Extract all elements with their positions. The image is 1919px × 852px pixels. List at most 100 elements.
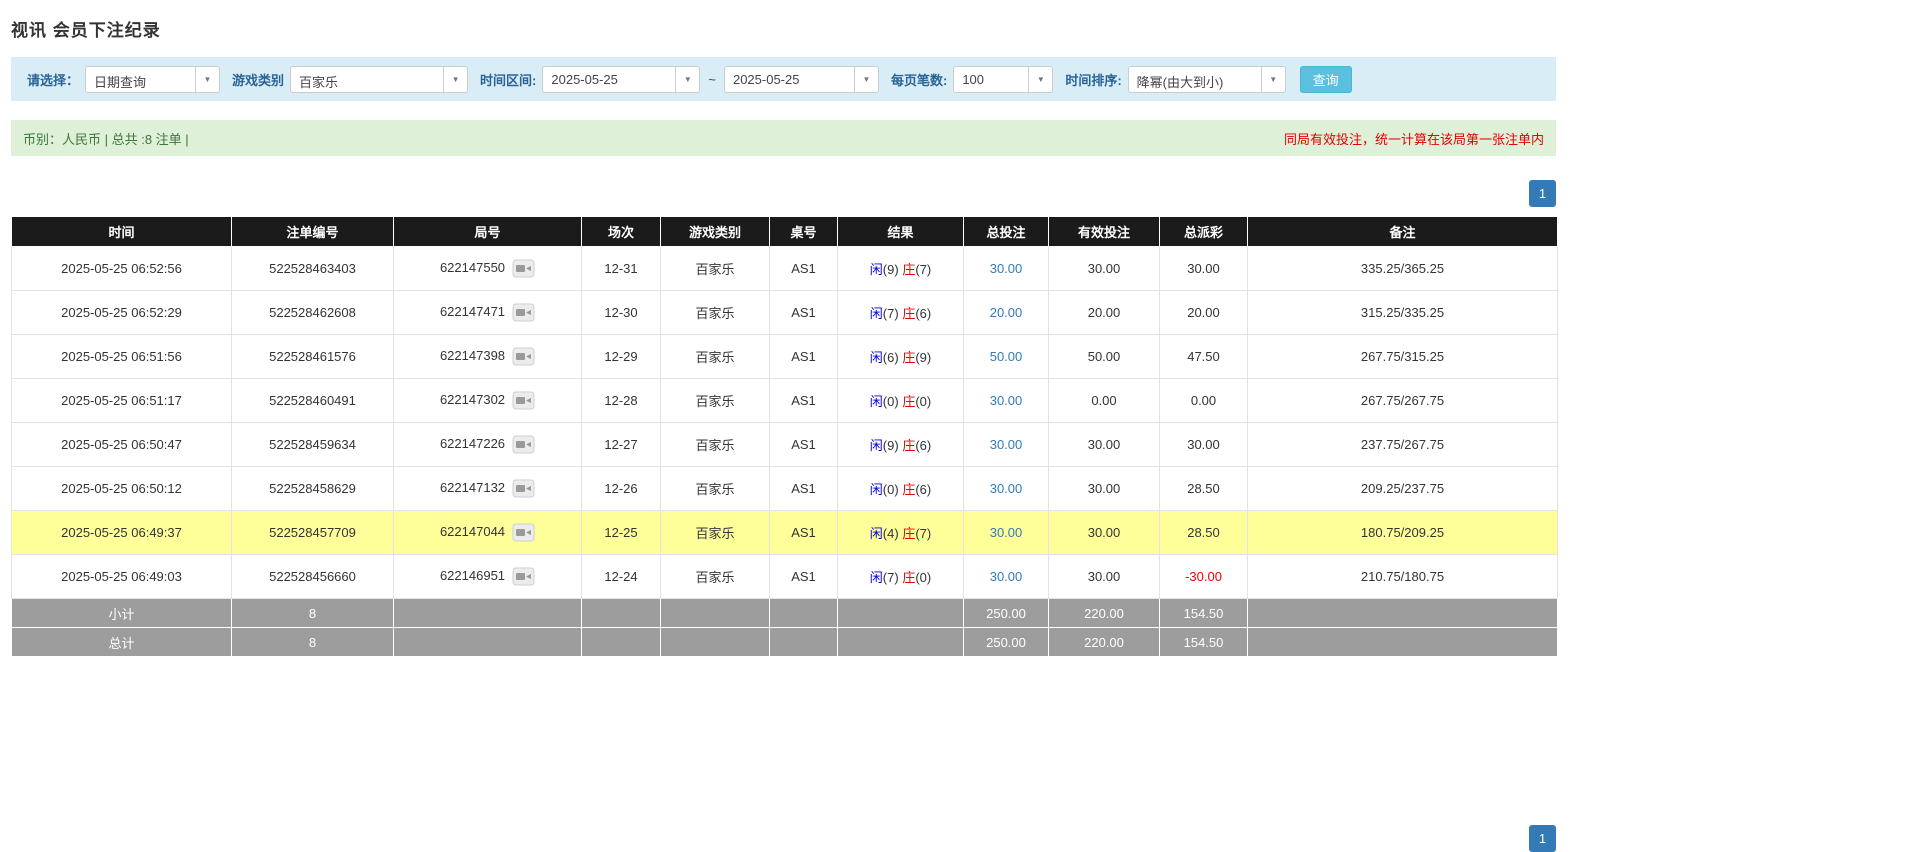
table-row: 2025-05-25 06:50:47 522528459634 6221472… bbox=[12, 423, 1558, 467]
game-type-value: 百家乐 bbox=[291, 67, 443, 92]
sort-value: 降幂(由大到小) bbox=[1129, 67, 1261, 92]
result-banker-label: 庄 bbox=[902, 570, 915, 585]
date-from-select[interactable]: 2025-05-25 ▼ bbox=[542, 66, 700, 93]
cell-result: 闲(7) 庄(0) bbox=[838, 555, 964, 599]
cell-total-bet: 30.00 bbox=[964, 555, 1049, 599]
cell-table-no: AS1 bbox=[770, 335, 838, 379]
result-player-label: 闲 bbox=[870, 482, 883, 497]
result-player-score: (0) bbox=[883, 482, 899, 497]
table-row: 2025-05-25 06:49:37 522528457709 6221470… bbox=[12, 511, 1558, 555]
chevron-down-icon[interactable]: ▼ bbox=[1261, 67, 1285, 92]
cell-total-bet: 50.00 bbox=[964, 335, 1049, 379]
sort-select[interactable]: 降幂(由大到小) ▼ bbox=[1128, 66, 1286, 93]
cell-session: 12-25 bbox=[582, 511, 661, 555]
video-replay-icon[interactable] bbox=[512, 523, 535, 542]
range-separator: ~ bbox=[708, 72, 716, 87]
subtotal-empty bbox=[661, 599, 770, 628]
cell-valid-bet: 30.00 bbox=[1049, 511, 1160, 555]
result-player-score: (7) bbox=[883, 306, 899, 321]
total-bet-link[interactable]: 30.00 bbox=[990, 569, 1023, 584]
cell-payout: 28.50 bbox=[1160, 467, 1248, 511]
video-replay-icon[interactable] bbox=[512, 435, 535, 454]
page-button-1[interactable]: 1 bbox=[1529, 180, 1556, 207]
total-bet-link[interactable]: 30.00 bbox=[990, 393, 1023, 408]
cell-game-type: 百家乐 bbox=[661, 379, 770, 423]
table-header: 时间 bbox=[12, 217, 232, 247]
video-replay-icon[interactable] bbox=[512, 303, 535, 322]
table-row: 2025-05-25 06:52:29 522528462608 6221474… bbox=[12, 291, 1558, 335]
page-size-select[interactable]: 100 ▼ bbox=[953, 66, 1053, 93]
total-bet-link[interactable]: 30.00 bbox=[990, 525, 1023, 540]
cell-bet-id: 522528459634 bbox=[232, 423, 394, 467]
cell-remark: 267.75/267.75 bbox=[1248, 379, 1558, 423]
table-body: 2025-05-25 06:52:56 522528463403 6221475… bbox=[12, 247, 1558, 599]
query-type-select[interactable]: 日期查询 ▼ bbox=[85, 66, 220, 93]
cell-table-no: AS1 bbox=[770, 247, 838, 291]
result-banker-score: (9) bbox=[915, 350, 931, 365]
video-replay-icon[interactable] bbox=[512, 347, 535, 366]
table-header: 总投注 bbox=[964, 217, 1049, 247]
cell-game-type: 百家乐 bbox=[661, 247, 770, 291]
total-payout: 154.50 bbox=[1160, 628, 1248, 657]
cell-payout: 20.00 bbox=[1160, 291, 1248, 335]
subtotal-total-bet: 250.00 bbox=[964, 599, 1049, 628]
cell-result: 闲(7) 庄(6) bbox=[838, 291, 964, 335]
cell-payout: 30.00 bbox=[1160, 247, 1248, 291]
table-header: 注单编号 bbox=[232, 217, 394, 247]
table-row: 2025-05-25 06:49:03 522528456660 6221469… bbox=[12, 555, 1558, 599]
cell-valid-bet: 30.00 bbox=[1049, 467, 1160, 511]
result-player-label: 闲 bbox=[870, 262, 883, 277]
video-replay-icon[interactable] bbox=[512, 567, 535, 586]
game-type-select[interactable]: 百家乐 ▼ bbox=[290, 66, 468, 93]
total-bet-link[interactable]: 50.00 bbox=[990, 349, 1023, 364]
total-bet-link[interactable]: 20.00 bbox=[990, 305, 1023, 320]
cell-round-id: 622147302 bbox=[394, 379, 582, 423]
chevron-down-icon[interactable]: ▼ bbox=[443, 67, 467, 92]
cell-remark: 267.75/315.25 bbox=[1248, 335, 1558, 379]
query-type-label: 请选择： bbox=[27, 70, 79, 89]
cell-payout: 28.50 bbox=[1160, 511, 1248, 555]
result-player-label: 闲 bbox=[870, 306, 883, 321]
cell-game-type: 百家乐 bbox=[661, 291, 770, 335]
round-id-text: 622147044 bbox=[440, 524, 505, 539]
currency-summary: 币别：人民币 | 总共 :8 注单 | bbox=[23, 129, 189, 148]
betting-records-table: 时间注单编号局号场次游戏类别桌号结果总投注有效投注总派彩备注 2025-05-2… bbox=[11, 216, 1558, 657]
video-replay-icon[interactable] bbox=[512, 259, 535, 278]
result-player-score: (9) bbox=[883, 262, 899, 277]
total-valid-bet: 220.00 bbox=[1049, 628, 1160, 657]
date-to-value: 2025-05-25 bbox=[725, 67, 854, 92]
chevron-down-icon[interactable]: ▼ bbox=[675, 67, 699, 92]
video-replay-icon[interactable] bbox=[512, 479, 535, 498]
total-bet-link[interactable]: 30.00 bbox=[990, 437, 1023, 452]
result-player-label: 闲 bbox=[870, 394, 883, 409]
result-player-label: 闲 bbox=[870, 526, 883, 541]
chevron-down-icon[interactable]: ▼ bbox=[854, 67, 878, 92]
page-button-1-bottom[interactable]: 1 bbox=[1529, 825, 1556, 852]
cell-time: 2025-05-25 06:50:47 bbox=[12, 423, 232, 467]
cell-valid-bet: 50.00 bbox=[1049, 335, 1160, 379]
search-button[interactable]: 查询 bbox=[1300, 66, 1352, 93]
chevron-down-icon[interactable]: ▼ bbox=[1028, 67, 1052, 92]
cell-bet-id: 522528458629 bbox=[232, 467, 394, 511]
subtotal-valid-bet: 220.00 bbox=[1049, 599, 1160, 628]
cell-remark: 210.75/180.75 bbox=[1248, 555, 1558, 599]
video-replay-icon[interactable] bbox=[512, 391, 535, 410]
total-bet-link[interactable]: 30.00 bbox=[990, 481, 1023, 496]
total-empty bbox=[838, 628, 964, 657]
cell-remark: 209.25/237.75 bbox=[1248, 467, 1558, 511]
table-row: 2025-05-25 06:51:17 522528460491 6221473… bbox=[12, 379, 1558, 423]
date-to-select[interactable]: 2025-05-25 ▼ bbox=[724, 66, 879, 93]
subtotal-count: 8 bbox=[232, 599, 394, 628]
total-bet-link[interactable]: 30.00 bbox=[990, 261, 1023, 276]
chevron-down-icon[interactable]: ▼ bbox=[195, 67, 219, 92]
cell-table-no: AS1 bbox=[770, 555, 838, 599]
cell-valid-bet: 30.00 bbox=[1049, 555, 1160, 599]
cell-bet-id: 522528456660 bbox=[232, 555, 394, 599]
betting-records-page: 视讯 会员下注纪录 请选择： 日期查询 ▼ 游戏类别 百家乐 ▼ 时间区间: 2… bbox=[11, 0, 1556, 852]
cell-payout: 47.50 bbox=[1160, 335, 1248, 379]
cell-session: 12-31 bbox=[582, 247, 661, 291]
cell-session: 12-30 bbox=[582, 291, 661, 335]
result-player-score: (0) bbox=[883, 394, 899, 409]
table-header: 有效投注 bbox=[1049, 217, 1160, 247]
result-player-score: (9) bbox=[883, 438, 899, 453]
